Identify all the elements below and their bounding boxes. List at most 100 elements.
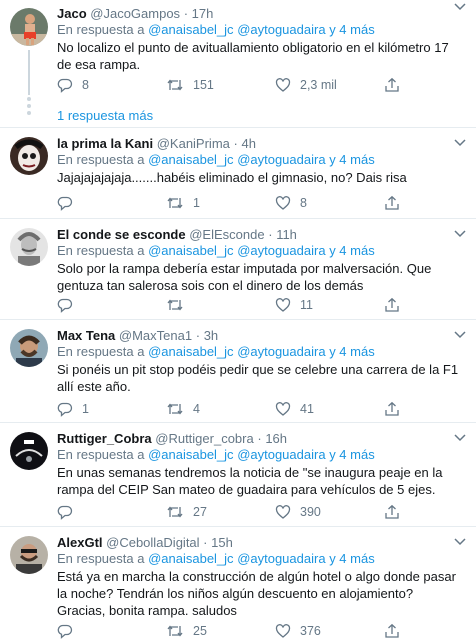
avatar[interactable] xyxy=(10,137,48,175)
share-icon xyxy=(384,623,400,639)
mention-link[interactable]: @anaisabel_jc xyxy=(148,22,233,37)
mention-link[interactable]: @aytoguadaira xyxy=(237,551,325,566)
more-mentions-link[interactable]: y 4 más xyxy=(329,447,375,462)
mention-link[interactable]: @anaisabel_jc xyxy=(148,551,233,566)
display-name[interactable]: Jaco xyxy=(57,6,87,21)
tweet-actions: 8 151 2,3 mil xyxy=(57,76,457,94)
reply-button[interactable]: 8 xyxy=(57,76,89,94)
tweet[interactable]: la prima la Kani @KaniPrima · 4h En resp… xyxy=(0,128,476,219)
share-button[interactable] xyxy=(384,296,400,314)
like-count: 11 xyxy=(300,298,313,312)
tweet-text: Si ponéis un pit stop podéis pedir que s… xyxy=(57,362,459,394)
share-button[interactable] xyxy=(384,400,400,418)
retweet-button[interactable]: 4 xyxy=(166,400,200,418)
reply-context: En respuesta a @anaisabel_jc @aytoguadai… xyxy=(57,22,464,38)
reply-button[interactable]: 1 xyxy=(57,400,89,418)
mention-link[interactable]: @anaisabel_jc xyxy=(148,243,233,258)
display-name[interactable]: El conde se esconde xyxy=(57,227,186,242)
reply-button[interactable] xyxy=(57,622,82,640)
mention-link[interactable]: @anaisabel_jc xyxy=(148,447,233,462)
tweet[interactable]: AlexGtl @CebollaDigital · 15h En respues… xyxy=(0,527,476,643)
mention-link[interactable]: @aytoguadaira xyxy=(237,152,325,167)
chevron-down-icon[interactable] xyxy=(454,229,466,241)
reply-prefix: En respuesta a xyxy=(57,152,145,167)
chevron-down-icon[interactable] xyxy=(454,2,466,14)
user-handle[interactable]: @ElEsconde xyxy=(189,227,264,242)
timestamp[interactable]: 3h xyxy=(204,328,218,343)
user-handle[interactable]: @CebollaDigital xyxy=(106,535,199,550)
tweet[interactable]: Max Tena @MaxTena1 · 3h En respuesta a @… xyxy=(0,320,476,423)
user-handle[interactable]: @MaxTena1 xyxy=(119,328,192,343)
display-name[interactable]: la prima la Kani xyxy=(57,136,153,151)
display-name[interactable]: Max Tena xyxy=(57,328,115,343)
mention-link[interactable]: @anaisabel_jc xyxy=(148,152,233,167)
chevron-down-icon[interactable] xyxy=(454,330,466,342)
more-mentions-link[interactable]: y 4 más xyxy=(329,344,375,359)
timestamp[interactable]: 4h xyxy=(241,136,255,151)
separator-dot: · xyxy=(268,227,273,242)
chevron-down-icon[interactable] xyxy=(454,537,466,549)
timestamp[interactable]: 15h xyxy=(211,535,233,550)
retweet-button[interactable]: 25 xyxy=(166,622,207,640)
mention-link[interactable]: @aytoguadaira xyxy=(237,447,325,462)
share-button[interactable] xyxy=(384,76,400,94)
reply-icon xyxy=(57,504,73,520)
chevron-down-icon[interactable] xyxy=(454,433,466,445)
like-button[interactable]: 11 xyxy=(275,296,313,314)
display-name[interactable]: Ruttiger_Cobra xyxy=(57,431,152,446)
separator-dot: · xyxy=(257,431,262,446)
more-mentions-link[interactable]: y 4 más xyxy=(329,551,375,566)
avatar[interactable] xyxy=(10,432,48,470)
separator-dot: · xyxy=(183,6,189,21)
avatar[interactable] xyxy=(10,329,48,367)
mention-link[interactable]: @anaisabel_jc xyxy=(148,344,233,359)
display-name[interactable]: AlexGtl xyxy=(57,535,103,550)
more-mentions-link[interactable]: y 4 más xyxy=(329,152,375,167)
user-handle[interactable]: @JacoGampos xyxy=(90,6,180,21)
like-button[interactable]: 390 xyxy=(275,503,321,521)
share-button[interactable] xyxy=(384,503,400,521)
avatar[interactable] xyxy=(10,228,48,266)
reply-button[interactable] xyxy=(57,296,82,314)
more-mentions-link[interactable]: y 4 más xyxy=(329,22,375,37)
share-button[interactable] xyxy=(384,194,400,212)
retweet-count: 4 xyxy=(193,402,200,416)
tweet-text: Jajajajajajaja.......habéis eliminado el… xyxy=(57,170,407,185)
retweet-button[interactable]: 27 xyxy=(166,503,207,521)
like-button[interactable]: 8 xyxy=(275,194,307,212)
user-handle[interactable]: @KaniPrima xyxy=(157,136,230,151)
mention-link[interactable]: @aytoguadaira xyxy=(237,22,325,37)
like-button[interactable]: 2,3 mil xyxy=(275,76,337,94)
share-icon xyxy=(384,401,400,417)
chevron-down-icon[interactable] xyxy=(454,138,466,150)
timestamp[interactable]: 11h xyxy=(276,227,297,242)
avatar[interactable] xyxy=(10,8,48,46)
tweet-header: la prima la Kani @KaniPrima · 4h xyxy=(57,136,464,152)
user-handle[interactable]: @Ruttiger_cobra xyxy=(155,431,253,446)
reply-context: En respuesta a @anaisabel_jc @aytoguadai… xyxy=(57,243,464,259)
share-button[interactable] xyxy=(384,622,400,640)
mention-link[interactable]: @aytoguadaira xyxy=(237,344,325,359)
avatar[interactable] xyxy=(10,536,48,574)
retweet-count: 25 xyxy=(193,624,207,638)
retweet-count: 151 xyxy=(193,78,214,92)
like-count: 41 xyxy=(300,402,314,416)
tweet-text: En unas semanas tendremos la noticia de … xyxy=(57,465,443,497)
reply-prefix: En respuesta a xyxy=(57,447,145,462)
more-mentions-link[interactable]: y 4 más xyxy=(329,243,375,258)
tweet[interactable]: Jaco @JacoGampos · 17h En respuesta a @a… xyxy=(0,0,476,128)
retweet-button[interactable]: 151 xyxy=(166,76,214,94)
timestamp[interactable]: 17h xyxy=(192,6,214,21)
like-button[interactable]: 376 xyxy=(275,622,321,640)
tweet-text: Solo por la rampa debería estar imputada… xyxy=(57,261,432,293)
mention-link[interactable]: @aytoguadaira xyxy=(237,243,325,258)
reply-button[interactable] xyxy=(57,194,82,212)
like-button[interactable]: 41 xyxy=(275,400,314,418)
retweet-button[interactable] xyxy=(166,296,193,314)
retweet-button[interactable]: 1 xyxy=(166,194,200,212)
tweet[interactable]: Ruttiger_Cobra @Ruttiger_cobra · 16h En … xyxy=(0,423,476,527)
tweet[interactable]: El conde se esconde @ElEsconde · 11h En … xyxy=(0,219,476,320)
show-more-replies-link[interactable]: 1 respuesta más xyxy=(57,108,153,123)
reply-button[interactable] xyxy=(57,503,82,521)
timestamp[interactable]: 16h xyxy=(265,431,287,446)
